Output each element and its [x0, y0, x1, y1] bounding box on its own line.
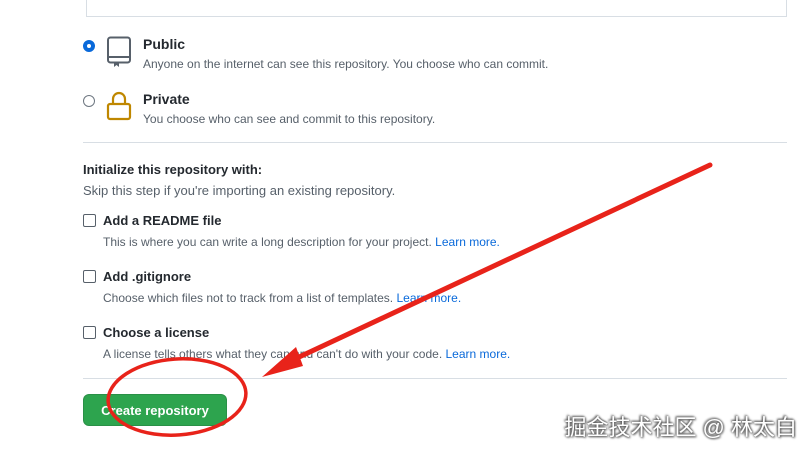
public-radio[interactable] [83, 40, 95, 52]
visibility-divider [83, 142, 787, 143]
license-description: A license tells others what they can and… [103, 347, 510, 361]
initialize-heading: Initialize this repository with: [83, 162, 263, 177]
gitignore-description: Choose which files not to track from a l… [103, 291, 461, 305]
initialize-subheading: Skip this step if you're importing an ex… [83, 183, 396, 198]
watermark-text: 掘金技术社区 @ 林太白 [564, 415, 797, 440]
private-radio[interactable] [83, 95, 95, 107]
section-border-right [786, 0, 787, 16]
private-label: Private [143, 91, 190, 107]
section-border-left [86, 0, 87, 16]
readme-learn-more-link[interactable]: Learn more. [435, 235, 500, 249]
readme-description-text: This is where you can write a long descr… [103, 235, 432, 249]
readme-checkbox[interactable] [83, 214, 96, 227]
repo-icon [107, 36, 131, 67]
readme-description: This is where you can write a long descr… [103, 235, 500, 249]
license-learn-more-link[interactable]: Learn more. [446, 347, 511, 361]
readme-label: Add a README file [103, 213, 222, 228]
gitignore-label: Add .gitignore [103, 269, 192, 284]
gitignore-learn-more-link[interactable]: Learn more. [396, 291, 461, 305]
license-label: Choose a license [103, 325, 210, 340]
top-divider [86, 16, 787, 17]
create-repository-button[interactable]: Create repository [83, 394, 227, 426]
license-checkbox[interactable] [83, 326, 96, 339]
private-description: You choose who can see and commit to thi… [143, 112, 436, 126]
initialize-divider [83, 378, 787, 379]
public-description: Anyone on the internet can see this repo… [143, 57, 549, 71]
gitignore-description-text: Choose which files not to track from a l… [103, 291, 394, 305]
gitignore-checkbox[interactable] [83, 270, 96, 283]
public-label: Public [143, 36, 186, 52]
lock-icon [106, 91, 132, 121]
license-description-text: A license tells others what they can and… [103, 347, 443, 361]
